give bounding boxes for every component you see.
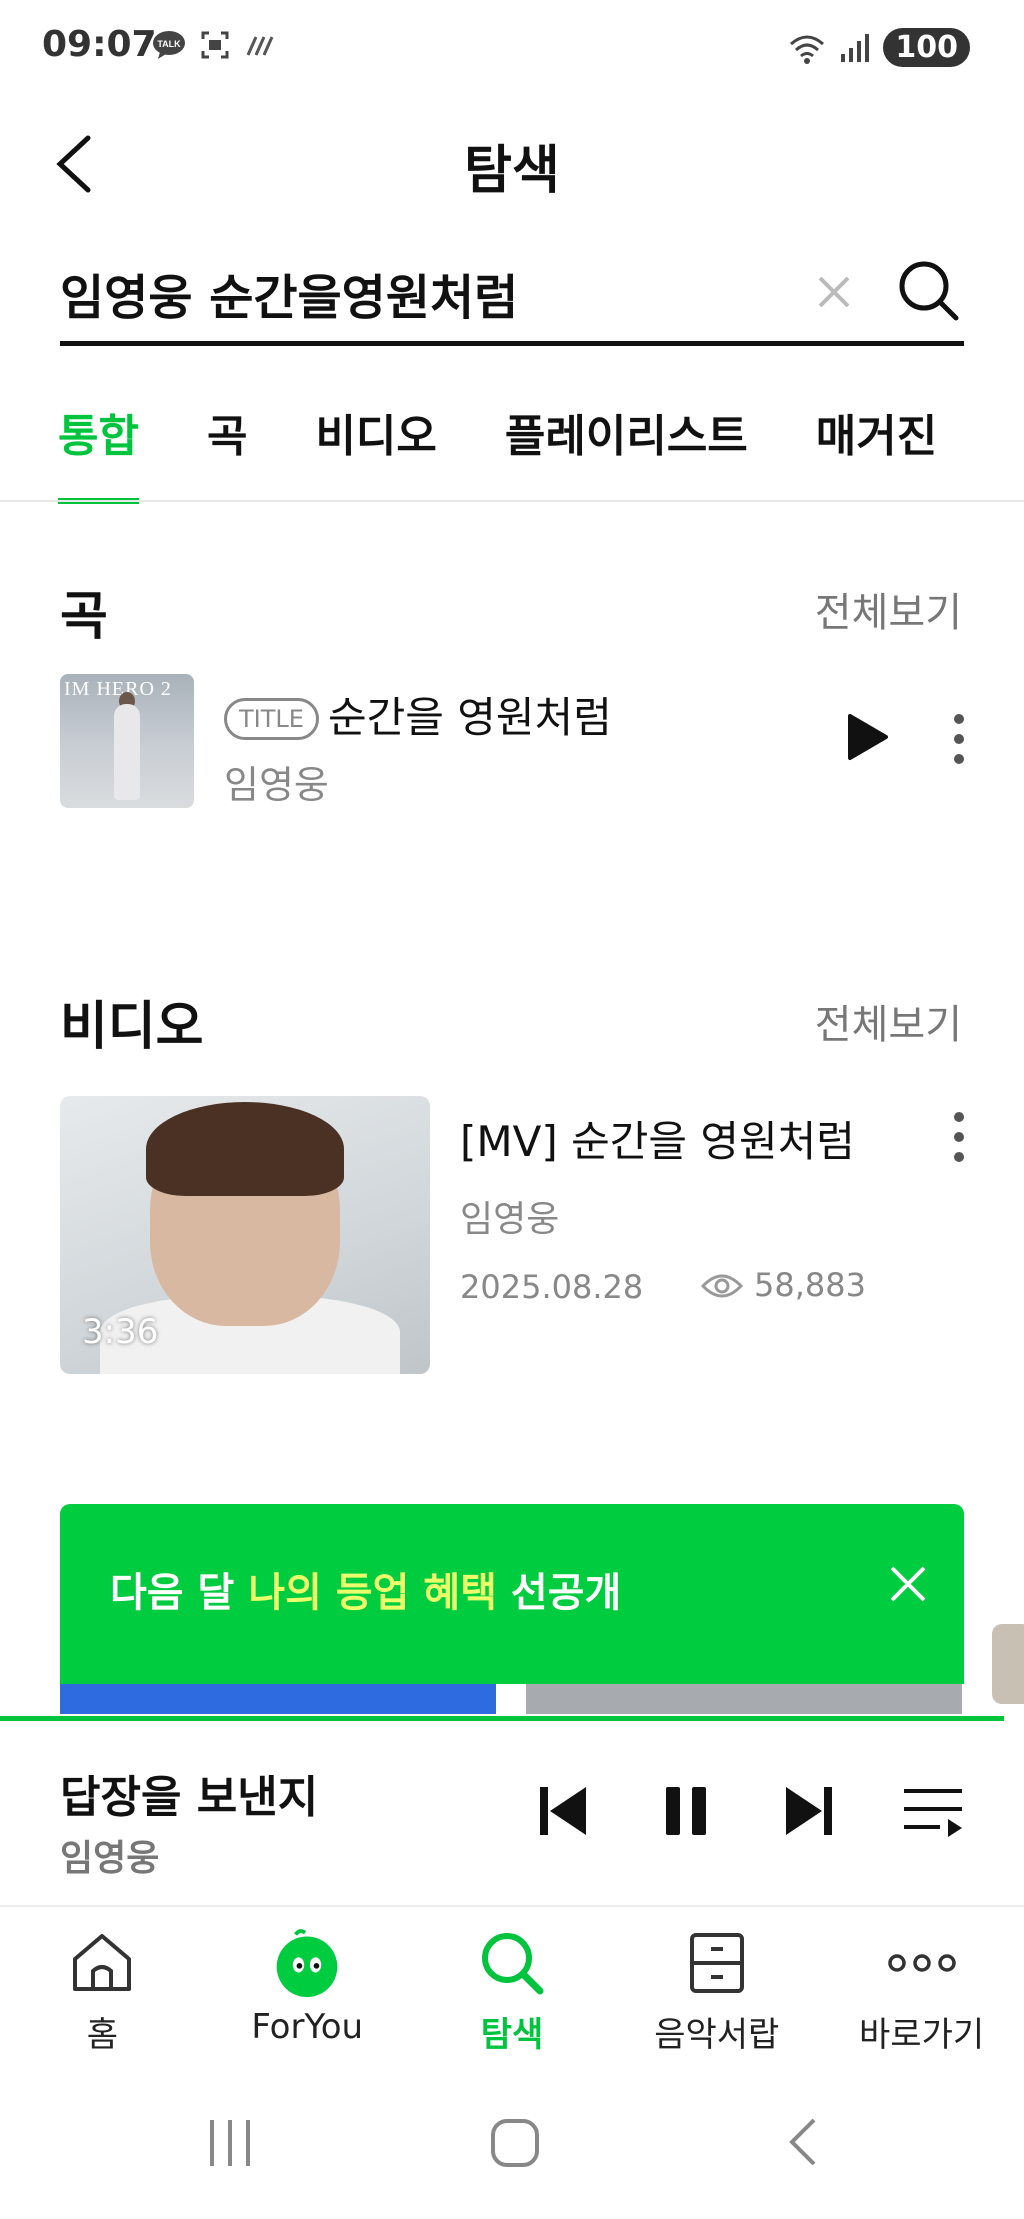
home-outline-icon (491, 2119, 539, 2167)
nav-foryou-label: ForYou (251, 2007, 364, 2047)
search-button[interactable] (896, 258, 960, 322)
status-notification-icons: TALK (152, 30, 276, 60)
song-play-button[interactable] (844, 712, 890, 762)
banner-text-highlight: 나의 등업 혜택 (248, 1570, 497, 1616)
recent-apps-icon (210, 2120, 250, 2166)
songs-section-title: 곡 (60, 587, 108, 647)
status-system-icons: 100 (787, 28, 970, 67)
queue-icon (904, 1789, 962, 1837)
songs-see-all-link[interactable]: 전체보기 (815, 580, 962, 638)
system-home-button[interactable] (490, 2118, 540, 2168)
play-icon (848, 714, 888, 760)
song-more-button[interactable] (946, 712, 972, 766)
cell-signal-icon (841, 33, 870, 62)
search-tabs: 통합 곡 비디오 플레이리스트 매거진 (58, 400, 937, 504)
song-title[interactable]: 순간을 영원처럼 (328, 684, 612, 745)
promo-banner[interactable]: 다음 달 나의 등업 혜택 선공개 (60, 1504, 964, 1684)
videos-see-all-link[interactable]: 전체보기 (815, 992, 962, 1050)
skip-previous-icon (540, 1787, 586, 1835)
video-thumbnail[interactable]: 3:36 (60, 1096, 430, 1374)
video-more-button[interactable] (946, 1110, 972, 1164)
nav-foryou[interactable]: ForYou (205, 1907, 410, 2067)
foryou-icon (271, 1927, 343, 1999)
more-vertical-icon (954, 714, 964, 764)
close-icon (890, 1566, 926, 1602)
page-title: 탐색 (464, 141, 560, 201)
video-title[interactable]: [MV] 순간을 영원처럼 (460, 1108, 855, 1169)
signal-activity-icon (246, 36, 274, 56)
nav-home-label: 홈 (86, 2015, 119, 2055)
carousel-peek-card-edge (992, 1624, 1024, 1704)
tab-videos[interactable]: 비디오 (315, 400, 436, 504)
banner-text: 다음 달 나의 등업 혜택 선공개 (110, 1560, 621, 1618)
video-date: 2025.08.28 (460, 1268, 644, 1306)
tabs-divider (0, 500, 1024, 502)
player-track-title[interactable]: 답장을 보낸지 (60, 1761, 318, 1825)
nav-search[interactable]: 탐색 (410, 1907, 615, 2067)
pause-button[interactable] (660, 1783, 712, 1839)
carousel-peek-card-left (60, 1684, 496, 1714)
search-bar: 임영웅 순간을영원처럼 (60, 250, 964, 346)
search-icon (476, 1927, 548, 1999)
home-icon (66, 1927, 138, 1999)
tab-integrated[interactable]: 통합 (58, 400, 139, 504)
screenshot-icon (201, 31, 229, 59)
player-track-artist[interactable]: 임영웅 (60, 1829, 159, 1881)
previous-track-button[interactable] (536, 1783, 592, 1839)
banner-text-after: 선공개 (496, 1570, 622, 1616)
playlist-queue-button[interactable] (902, 1783, 964, 1839)
nav-drawer[interactable]: 음악서랍 (614, 1907, 819, 2067)
nav-home[interactable]: 홈 (0, 1907, 205, 2067)
search-icon (899, 261, 959, 321)
tab-songs[interactable]: 곡 (207, 400, 247, 504)
bottom-navigation: 홈 ForYou 탐색 음악서랍 바로가기 (0, 1907, 1024, 2067)
nav-shortcuts-label: 바로가기 (859, 2015, 985, 2055)
album-art[interactable]: IM HERO 2 (60, 674, 194, 808)
system-recent-apps-button[interactable] (206, 2118, 254, 2168)
video-view-count: 58,883 (754, 1266, 866, 1304)
close-icon (818, 276, 850, 308)
video-artist[interactable]: 임영웅 (460, 1190, 559, 1242)
video-duration: 3:36 (82, 1312, 159, 1352)
drawer-icon (681, 1927, 753, 1999)
system-back-button[interactable] (786, 2116, 818, 2168)
title-track-badge: TITLE (224, 698, 319, 740)
video-thumb-hair (146, 1102, 344, 1196)
talk-icon: TALK (153, 31, 185, 59)
album-art-figure (114, 704, 140, 800)
eye-icon (700, 1270, 744, 1302)
svg-text:TALK: TALK (157, 39, 181, 49)
banner-text-before: 다음 달 (110, 1570, 249, 1616)
more-vertical-icon (954, 1112, 964, 1162)
nav-drawer-label: 음악서랍 (654, 2015, 780, 2055)
nav-search-label: 탐색 (480, 2015, 544, 2055)
next-track-button[interactable] (780, 1783, 836, 1839)
banner-close-button[interactable] (888, 1564, 928, 1604)
pause-icon (666, 1787, 706, 1835)
mini-player[interactable]: 답장을 보낸지 임영웅 (0, 1721, 1024, 1905)
nav-shortcuts[interactable]: 바로가기 (819, 1907, 1024, 2067)
song-artist[interactable]: 임영웅 (224, 754, 329, 809)
tab-magazine[interactable]: 매거진 (816, 400, 937, 504)
carousel-peek-card-right (526, 1684, 962, 1714)
skip-next-icon (786, 1787, 832, 1835)
battery-level: 100 (883, 28, 970, 67)
album-art-text: IM HERO 2 (64, 678, 172, 700)
status-time: 09:07 (42, 24, 157, 65)
wifi-icon (790, 35, 825, 64)
more-icon (886, 1927, 958, 1999)
clear-search-button[interactable] (814, 272, 854, 312)
tab-playlists[interactable]: 플레이리스트 (505, 400, 748, 504)
search-input[interactable]: 임영웅 순간을영원처럼 (60, 258, 518, 328)
chevron-left-icon (789, 2118, 816, 2166)
videos-section-title: 비디오 (60, 997, 204, 1057)
